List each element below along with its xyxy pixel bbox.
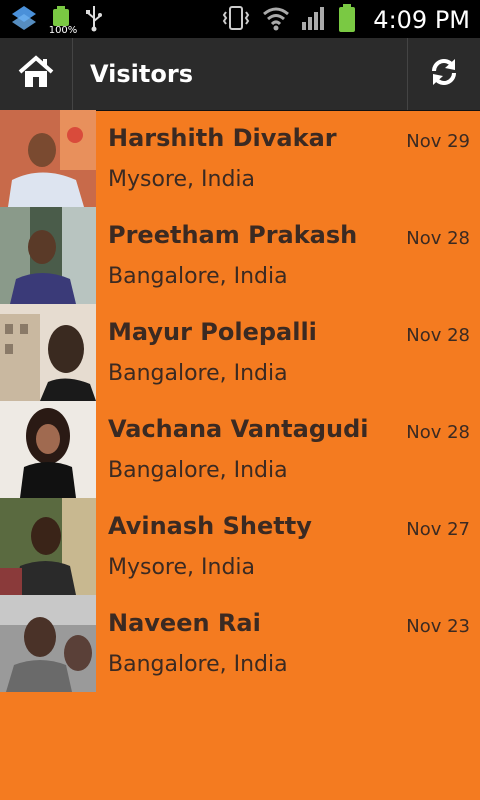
home-button[interactable] xyxy=(0,38,73,110)
avatar xyxy=(0,595,96,692)
visitor-location: Bangalore, India xyxy=(108,264,288,289)
visitor-location: Mysore, India xyxy=(108,555,255,580)
visitor-location: Mysore, India xyxy=(108,167,255,192)
status-right: 4:09 PM xyxy=(221,3,470,37)
vibrate-icon xyxy=(221,4,251,36)
visit-date: Nov 28 xyxy=(406,228,470,249)
visitor-row[interactable]: Mayur Polepalli Bangalore, India Nov 28 xyxy=(0,304,480,401)
battery-icon xyxy=(337,3,357,37)
visit-date: Nov 27 xyxy=(406,519,470,540)
visitor-row[interactable]: Vachana Vantagudi Bangalore, India Nov 2… xyxy=(0,401,480,498)
dropbox-icon xyxy=(10,4,38,36)
status-time: 4:09 PM xyxy=(373,6,470,34)
avatar xyxy=(0,498,96,595)
visit-date: Nov 29 xyxy=(406,131,470,152)
signal-icon xyxy=(301,4,327,36)
visitor-row[interactable]: Preetham Prakash Bangalore, India Nov 28 xyxy=(0,207,480,304)
visitor-list: Harshith Divakar Mysore, India Nov 29 Pr… xyxy=(0,110,480,692)
refresh-icon xyxy=(429,57,459,91)
visitor-location: Bangalore, India xyxy=(108,361,288,386)
visitor-location: Bangalore, India xyxy=(108,458,288,483)
visitor-location: Bangalore, India xyxy=(108,652,288,677)
avatar xyxy=(0,401,96,498)
visitor-name: Avinash Shetty xyxy=(108,512,312,540)
visitor-name: Harshith Divakar xyxy=(108,124,337,152)
avatar xyxy=(0,304,96,401)
avatar xyxy=(0,207,96,304)
visitor-row[interactable]: Avinash Shetty Mysore, India Nov 27 xyxy=(0,498,480,595)
visitor-row[interactable]: Naveen Rai Bangalore, India Nov 23 xyxy=(0,595,480,692)
battery-percent-label: 100% xyxy=(48,25,78,36)
battery-small-icon: 100% xyxy=(49,6,77,36)
visitor-name: Preetham Prakash xyxy=(108,221,358,249)
usb-icon xyxy=(84,4,104,36)
visitor-row[interactable]: Harshith Divakar Mysore, India Nov 29 xyxy=(0,110,480,207)
visitor-name: Vachana Vantagudi xyxy=(108,415,369,443)
visitor-name: Mayur Polepalli xyxy=(108,318,317,346)
page-title: Visitors xyxy=(90,60,193,88)
action-bar: Visitors xyxy=(0,38,480,111)
status-bar: 100% 4:09 PM xyxy=(0,0,480,38)
wifi-icon xyxy=(261,4,291,36)
visit-date: Nov 28 xyxy=(406,422,470,443)
visit-date: Nov 23 xyxy=(406,616,470,637)
visitor-name: Naveen Rai xyxy=(108,609,261,637)
refresh-button[interactable] xyxy=(407,38,480,110)
avatar xyxy=(0,110,96,207)
visit-date: Nov 28 xyxy=(406,325,470,346)
home-icon xyxy=(18,55,54,93)
status-left: 100% xyxy=(10,4,104,36)
